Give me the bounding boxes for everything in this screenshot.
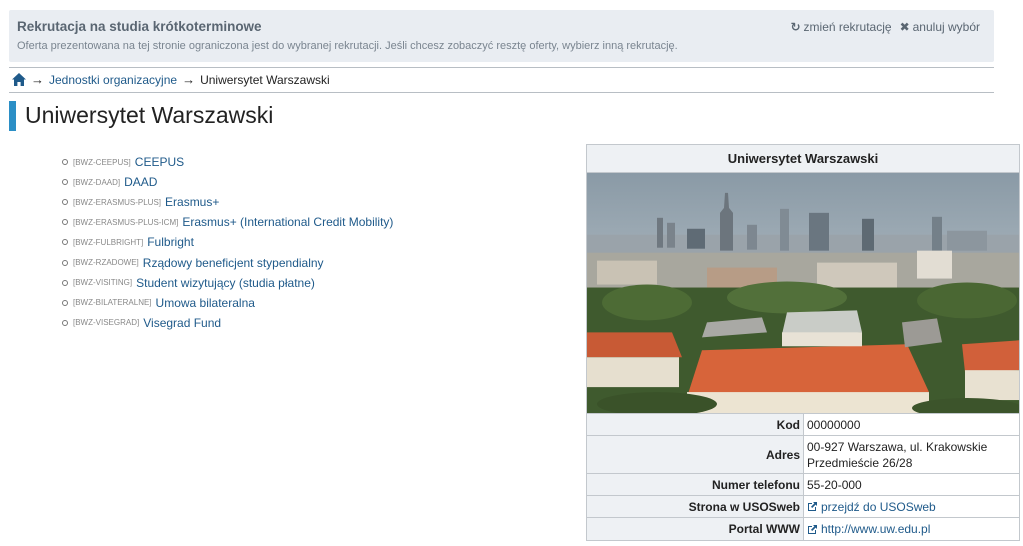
unit-code: [BWZ-DAAD] bbox=[73, 177, 121, 187]
list-item: [BWZ-VISEGRAD] Visegrad Fund bbox=[62, 313, 393, 333]
close-icon: ✖ bbox=[899, 20, 910, 34]
info-row-adres: Adres 00-927 Warszawa, ul. Krakowskie Pr… bbox=[587, 436, 1019, 474]
unit-code: [BWZ-BILATERALNE] bbox=[73, 298, 152, 308]
bullet-icon bbox=[62, 199, 68, 206]
bullet-icon bbox=[62, 179, 68, 186]
bullet-icon bbox=[62, 159, 68, 166]
university-photo bbox=[587, 173, 1019, 414]
list-item: [BWZ-ERASMUS-PLUS-ICM] Erasmus+ (Internat… bbox=[62, 212, 393, 232]
breadcrumb-current: Uniwersytet Warszawski bbox=[200, 72, 330, 87]
list-item: [BWZ-RZADOWE] Rządowy beneficjent stypend… bbox=[62, 252, 393, 272]
unit-code: [BWZ-VISITING] bbox=[73, 278, 133, 288]
cancel-selection-button[interactable]: ✖ anuluj wybór bbox=[900, 20, 980, 34]
list-item: [BWZ-DAAD] DAAD bbox=[62, 172, 393, 192]
info-label: Numer telefonu bbox=[587, 474, 804, 495]
refresh-icon: ↻ bbox=[790, 20, 801, 34]
breadcrumb-divider-bottom bbox=[9, 92, 994, 93]
bullet-icon bbox=[62, 239, 68, 246]
bullet-icon bbox=[62, 319, 68, 326]
info-row-usosweb: Strona w USOSweb przejdź do USOSweb bbox=[587, 496, 1019, 518]
unit-code: [BWZ-ERASMUS-PLUS] bbox=[73, 197, 162, 207]
page-title: Uniwersytet Warszawski bbox=[25, 102, 274, 128]
info-value: 55-20-000 bbox=[807, 477, 862, 492]
breadcrumb-arrow-icon: → bbox=[31, 72, 44, 87]
cancel-selection-label: anuluj wybór bbox=[912, 20, 980, 34]
usosweb-link-label: przejdź do USOSweb bbox=[821, 499, 936, 514]
bullet-icon bbox=[62, 259, 68, 266]
unit-link[interactable]: DAAD bbox=[124, 175, 157, 189]
notice-actions: ↻ zmień rekrutację ✖ anuluj wybór bbox=[790, 20, 980, 34]
bullet-icon bbox=[62, 299, 68, 306]
unit-code: [BWZ-ERASMUS-PLUS-ICM] bbox=[73, 217, 179, 227]
unit-link[interactable]: Student wizytujący (studia płatne) bbox=[136, 276, 315, 290]
info-value: 00-927 Warszawa, ul. Krakowskie Przedmie… bbox=[804, 436, 1019, 473]
list-item: [BWZ-BILATERALNE] Umowa bilateralna bbox=[62, 293, 393, 313]
unit-link[interactable]: Rządowy beneficjent stypendialny bbox=[143, 256, 324, 270]
info-label: Strona w USOSweb bbox=[587, 496, 804, 517]
unit-link[interactable]: Visegrad Fund bbox=[143, 316, 221, 330]
list-item: [BWZ-ERASMUS-PLUS] Erasmus+ bbox=[62, 192, 393, 212]
info-row-kod: Kod 00000000 bbox=[587, 414, 1019, 436]
external-link-icon bbox=[808, 524, 817, 534]
external-link-icon bbox=[808, 502, 817, 511]
notice-text: Oferta prezentowana na tej stronie ogran… bbox=[17, 40, 678, 52]
change-recruitment-label: zmień rekrutację bbox=[803, 20, 892, 34]
info-row-www: Portal WWW http://www.uw.edu.pl bbox=[587, 518, 1019, 540]
unit-code: [BWZ-CEEPUS] bbox=[73, 157, 131, 167]
address-line: Przedmieście 26/28 bbox=[807, 455, 913, 470]
breadcrumb: → Jednostki organizacyjne → Uniwersytet … bbox=[12, 72, 330, 87]
info-label: Adres bbox=[587, 436, 804, 473]
list-item: [BWZ-FULBRIGHT] Fulbright bbox=[62, 232, 393, 252]
info-label: Kod bbox=[587, 414, 804, 435]
info-value: http://www.uw.edu.pl bbox=[804, 518, 1019, 540]
recruitment-notice: Rekrutacja na studia krótkoterminowe Ofe… bbox=[9, 10, 994, 62]
breadcrumb-divider-top bbox=[9, 67, 994, 68]
unit-info-table: Uniwersytet Warszawski Kod 00000000 Adre… bbox=[586, 144, 1020, 541]
breadcrumb-link-units[interactable]: Jednostki organizacyjne bbox=[49, 73, 177, 87]
info-table-title: Uniwersytet Warszawski bbox=[587, 145, 1019, 173]
address-line: 00-927 Warszawa, ul. Krakowskie bbox=[807, 439, 988, 454]
unit-code: [BWZ-VISEGRAD] bbox=[73, 318, 140, 328]
breadcrumb-arrow-icon: → bbox=[182, 72, 196, 87]
unit-link[interactable]: Erasmus+ (International Credit Mobility) bbox=[182, 215, 393, 229]
info-value: 00000000 bbox=[807, 417, 861, 432]
unit-link[interactable]: CEEPUS bbox=[135, 155, 184, 169]
bullet-icon bbox=[62, 279, 68, 286]
unit-link[interactable]: Erasmus+ bbox=[165, 195, 219, 209]
list-item: [BWZ-VISITING] Student wizytujący (studia… bbox=[62, 273, 393, 293]
info-value: przejdź do USOSweb bbox=[804, 496, 1019, 517]
unit-list: [BWZ-CEEPUS] CEEPUS [BWZ-DAAD] DAAD [BWZ-E… bbox=[62, 152, 393, 333]
title-accent-bar bbox=[9, 101, 16, 131]
website-link-label: http://www.uw.edu.pl bbox=[821, 522, 931, 536]
list-item: [BWZ-CEEPUS] CEEPUS bbox=[62, 152, 393, 172]
usosweb-link[interactable]: przejdź do USOSweb bbox=[807, 500, 936, 514]
notice-title: Rekrutacja na studia krótkoterminowe bbox=[17, 19, 262, 34]
unit-link[interactable]: Fulbright bbox=[147, 235, 194, 249]
home-icon[interactable] bbox=[12, 73, 26, 86]
change-recruitment-button[interactable]: ↻ zmień rekrutację bbox=[790, 20, 891, 34]
info-row-telefon: Numer telefonu 55-20-000 bbox=[587, 474, 1019, 496]
info-label: Portal WWW bbox=[587, 518, 804, 540]
unit-code: [BWZ-RZADOWE] bbox=[73, 258, 139, 268]
unit-code: [BWZ-FULBRIGHT] bbox=[73, 237, 144, 247]
bullet-icon bbox=[62, 219, 68, 226]
unit-link[interactable]: Umowa bilateralna bbox=[156, 296, 255, 310]
website-link[interactable]: http://www.uw.edu.pl bbox=[807, 522, 930, 536]
